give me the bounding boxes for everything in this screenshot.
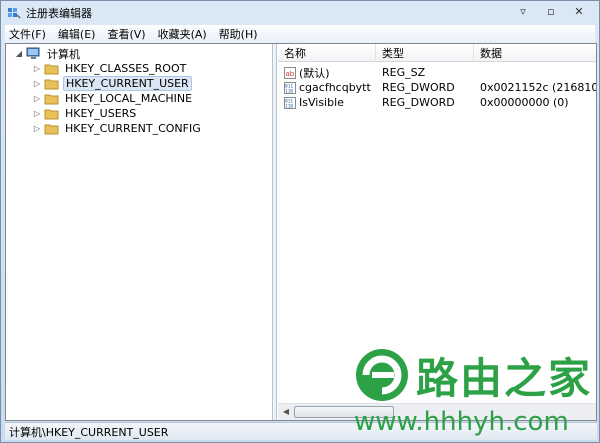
column-header-name[interactable]: 名称: [278, 44, 376, 62]
menu-bar: 文件(F) 编辑(E) 查看(V) 收藏夹(A) 帮助(H): [5, 25, 595, 43]
list-item[interactable]: 011 110 IsVisible REG_DWORD 0x00000000 (0…: [278, 95, 596, 110]
expand-arrow-icon[interactable]: ▷: [32, 124, 42, 133]
window-title: 注册表编辑器: [26, 7, 92, 20]
value-type: REG_SZ: [382, 66, 426, 79]
tree-item-label: HKEY_CURRENT_CONFIG: [65, 122, 201, 135]
folder-icon: [44, 78, 60, 90]
svg-text:110: 110: [285, 88, 293, 94]
computer-icon: [26, 47, 42, 60]
folder-icon: [44, 63, 60, 75]
list-item[interactable]: ab (默认) REG_SZ: [278, 65, 596, 80]
tree-item-hkcu[interactable]: ▷ HKEY_CURRENT_USER: [32, 76, 192, 91]
close-button[interactable]: ✕: [565, 2, 593, 20]
horizontal-scrollbar[interactable]: ◀: [278, 403, 596, 420]
menu-help[interactable]: 帮助(H): [219, 26, 258, 42]
binary-value-icon: 011 110: [284, 96, 296, 109]
value-data: 0x0021152c (2168108): [480, 81, 596, 94]
list-header: 名称 类型 数据: [278, 44, 596, 62]
tree-item-hklm[interactable]: ▷ HKEY_LOCAL_MACHINE: [32, 91, 194, 106]
svg-text:110: 110: [285, 103, 293, 109]
main-panes: ◢ 计算机 ▷ HKEY_CLASSES_ROOT ▷ HKEY_CURRENT…: [5, 43, 597, 421]
column-header-data[interactable]: 数据: [474, 44, 596, 62]
expand-arrow-icon[interactable]: ▷: [32, 94, 42, 103]
folder-icon: [44, 123, 60, 135]
title-bar[interactable]: 注册表编辑器 ▿ ▫ ✕: [1, 1, 599, 25]
folder-icon: [44, 108, 60, 120]
values-list: 名称 类型 数据 ab (默认) REG_SZ 011 110 cgacfhcq…: [278, 44, 596, 420]
tree-item-label: HKEY_LOCAL_MACHINE: [65, 92, 193, 105]
menu-view[interactable]: 查看(V): [107, 26, 145, 42]
registry-editor-window: 注册表编辑器 ▿ ▫ ✕ 文件(F) 编辑(E) 查看(V) 收藏夹(A) 帮助…: [0, 0, 600, 443]
status-bar: 计算机\HKEY_CURRENT_USER: [5, 422, 597, 440]
scroll-left-arrow-icon[interactable]: ◀: [279, 406, 293, 418]
string-value-icon: ab: [284, 66, 296, 79]
minimize-button[interactable]: ▿: [509, 2, 537, 20]
tree-item-label: HKEY_USERS: [65, 107, 137, 120]
scroll-thumb[interactable]: [294, 406, 394, 418]
registry-editor-icon: [7, 6, 21, 20]
menu-favorites[interactable]: 收藏夹(A): [158, 26, 207, 42]
maximize-button[interactable]: ▫: [537, 2, 565, 20]
value-type: REG_DWORD: [382, 96, 455, 109]
menu-file[interactable]: 文件(F): [9, 26, 46, 42]
tree-item-label-selected: HKEY_CURRENT_USER: [63, 76, 192, 91]
column-header-type[interactable]: 类型: [376, 44, 474, 62]
tree-item-label: 计算机: [47, 47, 80, 61]
tree-item-computer[interactable]: ◢ 计算机: [14, 46, 82, 61]
expand-arrow-icon[interactable]: ▷: [32, 109, 42, 118]
value-name: (默认): [299, 66, 330, 80]
menu-edit[interactable]: 编辑(E): [58, 26, 96, 42]
registry-tree: ◢ 计算机 ▷ HKEY_CLASSES_ROOT ▷ HKEY_CURRENT…: [6, 44, 273, 420]
status-path: 计算机\HKEY_CURRENT_USER: [9, 425, 169, 439]
pane-splitter[interactable]: [273, 44, 277, 420]
list-item[interactable]: 011 110 cgacfhcqbytt REG_DWORD 0x0021152c…: [278, 80, 596, 95]
tree-item-hkcr[interactable]: ▷ HKEY_CLASSES_ROOT: [32, 61, 188, 76]
expand-arrow-icon[interactable]: ▷: [32, 64, 42, 73]
value-name: cgacfhcqbytt: [299, 81, 371, 94]
tree-item-hkcc[interactable]: ▷ HKEY_CURRENT_CONFIG: [32, 121, 203, 136]
folder-icon: [44, 93, 60, 105]
binary-value-icon: 011 110: [284, 81, 296, 94]
value-name: IsVisible: [299, 96, 344, 109]
tree-item-label: HKEY_CLASSES_ROOT: [65, 62, 187, 75]
svg-text:ab: ab: [286, 70, 295, 78]
collapse-arrow-icon[interactable]: ◢: [14, 49, 24, 58]
expand-arrow-icon[interactable]: ▷: [32, 79, 42, 88]
value-data: 0x00000000 (0): [480, 96, 569, 109]
value-type: REG_DWORD: [382, 81, 455, 94]
tree-item-hku[interactable]: ▷ HKEY_USERS: [32, 106, 138, 121]
